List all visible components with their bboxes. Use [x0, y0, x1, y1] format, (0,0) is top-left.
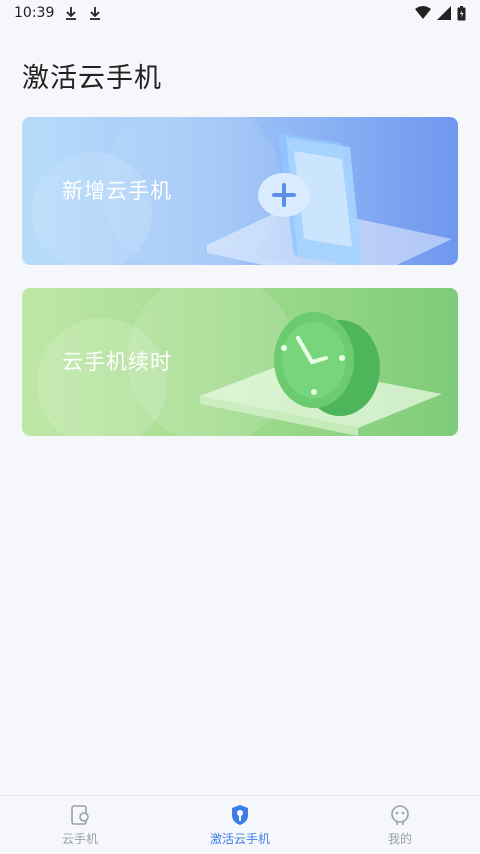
- bottom-nav: 云手机 激活云手机 我的: [0, 795, 480, 854]
- renew-cloud-phone-card[interactable]: 云手机续时: [22, 288, 458, 436]
- nav-item-activate-cloud-phone[interactable]: 激活云手机: [160, 796, 320, 854]
- shield-key-icon: [232, 804, 248, 825]
- nav-label-cloud-phone: 云手机: [61, 831, 98, 846]
- nav-label-activate-cloud-phone: 激活云手机: [209, 831, 270, 846]
- status-bar: 10:39: [0, 0, 480, 26]
- cloud-phone-icon: [71, 804, 89, 825]
- nav-label-mine: 我的: [387, 831, 412, 846]
- signal-icon: [437, 6, 451, 20]
- profile-icon: [391, 804, 409, 825]
- page-title: 激活云手机: [22, 63, 162, 94]
- renew-cloud-phone-label: 云手机续时: [62, 350, 172, 374]
- add-cloud-phone-label: 新增云手机: [62, 179, 172, 203]
- battery-icon: [457, 5, 466, 20]
- status-time: 10:39: [14, 5, 55, 21]
- wifi-icon: [415, 6, 431, 19]
- download-icon: [66, 7, 77, 20]
- nav-item-cloud-phone[interactable]: 云手机: [0, 796, 160, 854]
- nav-item-mine[interactable]: 我的: [320, 796, 480, 854]
- download-icon: [90, 7, 101, 20]
- add-cloud-phone-card[interactable]: 新增云手机: [22, 117, 458, 265]
